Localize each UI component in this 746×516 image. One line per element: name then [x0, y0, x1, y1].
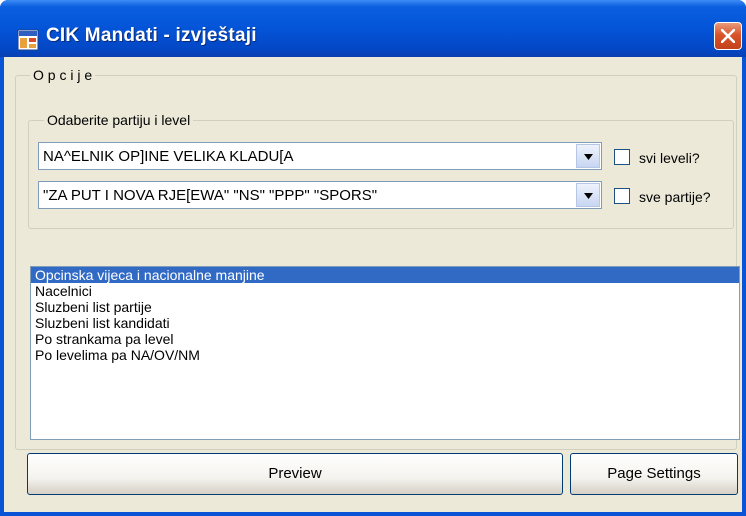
list-item[interactable]: Opcinska vijeca i nacionalne manjine [31, 267, 739, 283]
all-levels-label: svi leveli? [639, 150, 700, 166]
selection-legend: Odaberite partiju i level [44, 112, 194, 128]
selection-group [28, 120, 734, 229]
level-combo-dropdown[interactable] [576, 144, 600, 168]
list-item[interactable]: Sluzbeni list partije [31, 299, 739, 315]
page-settings-button[interactable]: Page Settings [570, 453, 738, 495]
all-parties-label: sve partije? [639, 189, 711, 205]
report-listbox[interactable]: Opcinska vijeca i nacionalne manjine Nac… [30, 266, 740, 440]
level-combo[interactable]: NA^ELNIK OP]INE VELIKA KLADU[A [38, 142, 602, 170]
preview-button[interactable]: Preview [27, 453, 563, 495]
chevron-down-icon [584, 154, 593, 160]
party-combo-value: "ZA PUT I NOVA RJE[EWA" "NS" "PPP" "SPOR… [43, 187, 378, 204]
preview-button-label: Preview [268, 465, 322, 482]
app-window: CIK Mandati - izvještaji O p c i j e Oda… [0, 0, 746, 516]
level-combo-value: NA^ELNIK OP]INE VELIKA KLADU[A [43, 148, 294, 165]
party-combo-dropdown[interactable] [576, 183, 600, 207]
app-window-icon [17, 29, 39, 51]
party-combo[interactable]: "ZA PUT I NOVA RJE[EWA" "NS" "PPP" "SPOR… [38, 181, 602, 209]
close-icon [721, 29, 735, 43]
client-area: O p c i j e Odaberite partiju i level NA… [4, 57, 742, 512]
all-parties-checkbox[interactable] [614, 188, 630, 204]
list-item[interactable]: Nacelnici [31, 283, 739, 299]
page-settings-button-label: Page Settings [607, 465, 701, 482]
options-legend: O p c i j e [30, 67, 96, 83]
list-item[interactable]: Sluzbeni list kandidati [31, 315, 739, 331]
all-levels-checkbox[interactable] [614, 149, 630, 165]
title-bar[interactable]: CIK Mandati - izvještaji [0, 0, 746, 57]
chevron-down-icon [584, 193, 593, 199]
close-button[interactable] [714, 22, 742, 50]
window-title: CIK Mandati - izvještaji [46, 25, 257, 46]
list-item[interactable]: Po strankama pa level [31, 331, 739, 347]
list-item[interactable]: Po levelima pa NA/OV/NM [31, 347, 739, 363]
